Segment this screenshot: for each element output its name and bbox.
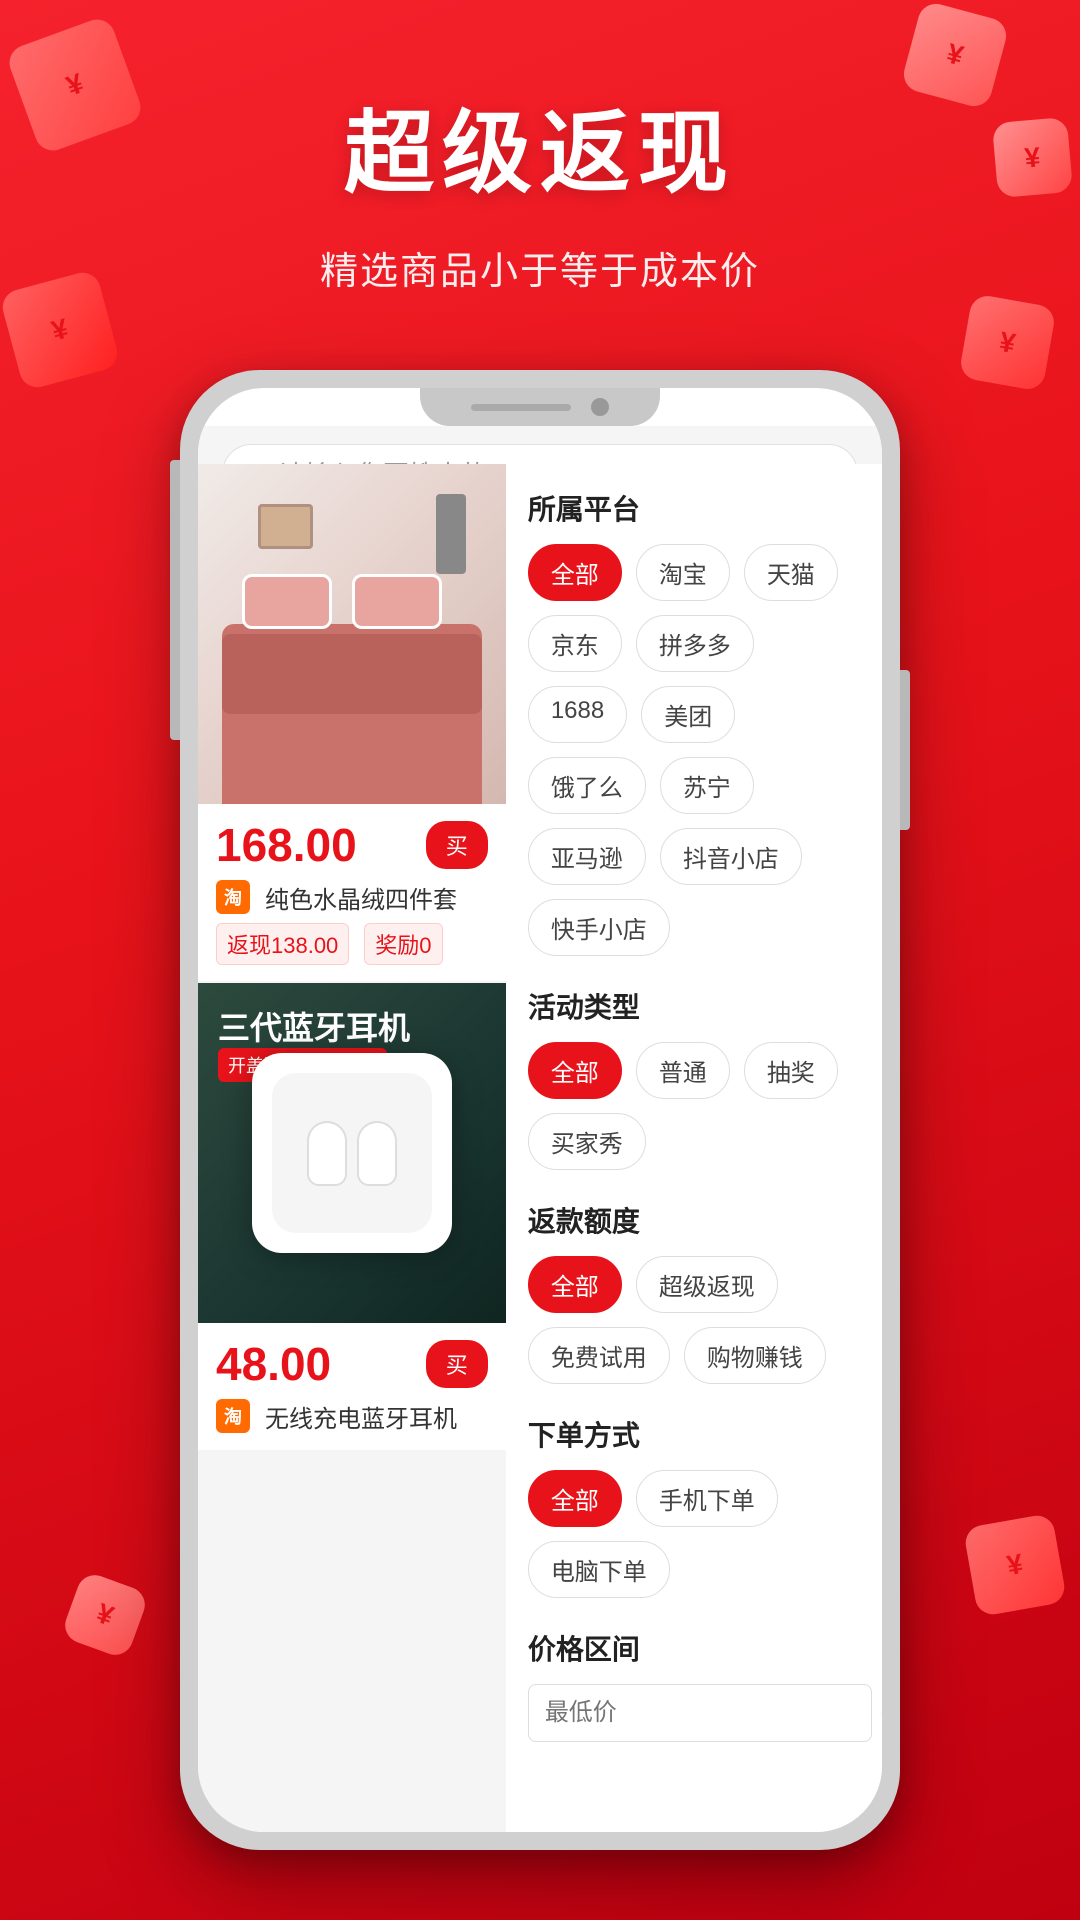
activity-chip-lottery[interactable]: 抽奖	[744, 1042, 838, 1099]
activity-chip-buyer-show[interactable]: 买家秀	[528, 1113, 646, 1170]
earphone-pods	[307, 1121, 397, 1186]
activity-chip-all[interactable]: 全部	[528, 1042, 622, 1099]
filter-panel: 所属平台 全部 淘宝 天猫 京东 拼多多 1688 美团 饿了么 苏宁 亚马逊	[506, 464, 882, 1832]
filter-title-cashback: 返款额度	[528, 1200, 860, 1240]
platform-chip-all[interactable]: 全部	[528, 544, 622, 601]
product-tags-earphone: 淘 无线充电蓝牙耳机	[216, 1399, 488, 1434]
hero-subtitle: 精选商品小于等于成本价	[0, 240, 1080, 295]
product-list-panel: 168.00 买 淘 纯色水晶绒四件套 返现138.00 奖励0	[198, 464, 506, 1832]
platform-chip-eleme[interactable]: 饿了么	[528, 757, 646, 814]
platform-chip-meituan[interactable]: 美团	[641, 686, 735, 743]
pod-right	[357, 1121, 397, 1186]
cashback-chips: 全部 超级返现 免费试用 购物赚钱	[528, 1256, 860, 1384]
product-info-bedding: 168.00 买 淘 纯色水晶绒四件套 返现138.00 奖励0	[198, 804, 506, 981]
product-image-earphone: 三代蓝牙耳机 开盖弹窗/改名定位	[198, 983, 506, 1323]
platform-chips: 全部 淘宝 天猫 京东 拼多多 1688 美团 饿了么 苏宁 亚马逊 抖音小店 …	[528, 544, 860, 956]
filter-section-platform: 所属平台 全部 淘宝 天猫 京东 拼多多 1688 美团 饿了么 苏宁 亚马逊	[528, 488, 860, 956]
notch-camera	[591, 398, 609, 416]
cashback-tag-bedding: 返现138.00	[216, 923, 349, 965]
filter-section-order: 下单方式 全部 手机下单 电脑下单	[528, 1414, 860, 1598]
bed-blanket	[222, 634, 482, 714]
deco-coin-7: ¥	[963, 1513, 1067, 1617]
product-price-earphone: 48.00	[216, 1337, 331, 1391]
buy-button-earphone[interactable]: 买	[426, 1340, 488, 1388]
hero-section: 超级返现 精选商品小于等于成本价	[0, 80, 1080, 295]
bed-body	[222, 624, 482, 804]
platform-chip-amazon[interactable]: 亚马逊	[528, 828, 646, 885]
platform-chip-1688[interactable]: 1688	[528, 686, 627, 743]
platform-chip-tmall[interactable]: 天猫	[744, 544, 838, 601]
notch-bar	[471, 404, 571, 411]
bed-pillow-1	[242, 574, 332, 629]
phone-frame: 请输入您要搜索的 全部 潮流女装 精品鞋 默认 最新 ▼	[180, 370, 900, 1850]
activity-chips: 全部 普通 抽奖 买家秀	[528, 1042, 860, 1170]
hero-title: 超级返现	[0, 80, 1080, 210]
order-chip-all[interactable]: 全部	[528, 1470, 622, 1527]
order-chip-mobile[interactable]: 手机下单	[636, 1470, 778, 1527]
deco-coin-4: ¥	[958, 293, 1056, 391]
cashback-row-bedding: 返现138.00 奖励0	[216, 923, 488, 965]
product-title-bedding: 纯色水晶绒四件套	[265, 880, 488, 915]
platform-chip-taobao[interactable]: 淘宝	[636, 544, 730, 601]
filter-title-platform: 所属平台	[528, 488, 860, 528]
earphone-banner-title: 三代蓝牙耳机	[218, 1003, 410, 1049]
product-list: 168.00 买 淘 纯色水晶绒四件套 返现138.00 奖励0	[198, 464, 506, 1450]
cashback-chip-all[interactable]: 全部	[528, 1256, 622, 1313]
filter-title-price: 价格区间	[528, 1628, 860, 1668]
bed-pillow-2	[352, 574, 442, 629]
order-chip-pc[interactable]: 电脑下单	[528, 1541, 670, 1598]
bed-illustration	[198, 464, 506, 804]
price-min-input[interactable]	[528, 1684, 872, 1742]
phone-screen: 请输入您要搜索的 全部 潮流女装 精品鞋 默认 最新 ▼	[198, 388, 882, 1832]
product-image-bedding	[198, 464, 506, 804]
filter-section-price: 价格区间 —	[528, 1628, 860, 1742]
platform-tag-taobao: 淘	[216, 880, 250, 914]
product-tags-bedding: 淘 纯色水晶绒四件套	[216, 880, 488, 915]
filter-section-cashback: 返款额度 全部 超级返现 免费试用 购物赚钱	[528, 1200, 860, 1384]
activity-chip-normal[interactable]: 普通	[636, 1042, 730, 1099]
cashback-chip-super[interactable]: 超级返现	[636, 1256, 778, 1313]
filter-title-order: 下单方式	[528, 1414, 860, 1454]
product-card-bedding[interactable]: 168.00 买 淘 纯色水晶绒四件套 返现138.00 奖励0	[198, 464, 506, 981]
cashback-chip-free[interactable]: 免费试用	[528, 1327, 670, 1384]
product-price-bedding: 168.00	[216, 818, 357, 872]
platform-chip-douyin[interactable]: 抖音小店	[660, 828, 802, 885]
platform-tag-earphone: 淘	[216, 1399, 250, 1433]
product-card-earphone[interactable]: 三代蓝牙耳机 开盖弹窗/改名定位	[198, 983, 506, 1450]
app-content: 请输入您要搜索的 全部 潮流女装 精品鞋 默认 最新 ▼	[198, 426, 882, 1832]
buy-button-bedding[interactable]: 买	[426, 821, 488, 869]
platform-chip-jd[interactable]: 京东	[528, 615, 622, 672]
filter-section-activity: 活动类型 全部 普通 抽奖 买家秀	[528, 986, 860, 1170]
order-chips: 全部 手机下单 电脑下单	[528, 1470, 860, 1598]
product-title-earphone: 无线充电蓝牙耳机	[265, 1399, 488, 1434]
earphone-case	[252, 1053, 452, 1253]
pod-left	[307, 1121, 347, 1186]
earphone-inner	[272, 1073, 432, 1233]
product-info-earphone: 48.00 买 淘 无线充电蓝牙耳机	[198, 1323, 506, 1450]
platform-chip-suning[interactable]: 苏宁	[660, 757, 754, 814]
phone-mockup: 请输入您要搜索的 全部 潮流女装 精品鞋 默认 最新 ▼	[180, 370, 900, 1850]
price-range-row: —	[528, 1684, 860, 1742]
cashback-chip-earn[interactable]: 购物赚钱	[684, 1327, 826, 1384]
reward-tag-bedding: 奖励0	[364, 923, 442, 965]
platform-chip-kuaishou[interactable]: 快手小店	[528, 899, 670, 956]
filter-title-activity: 活动类型	[528, 986, 860, 1026]
phone-notch	[420, 388, 660, 426]
platform-chip-pdd[interactable]: 拼多多	[636, 615, 754, 672]
